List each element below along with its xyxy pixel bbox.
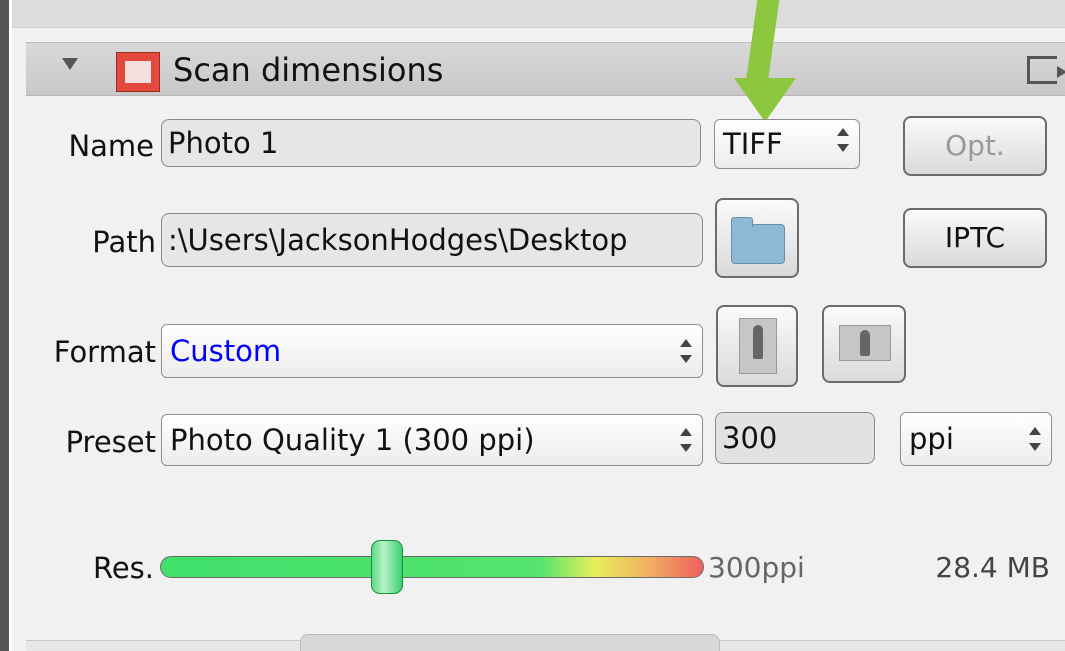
select-spinner-icon: [680, 339, 692, 363]
name-label: Name: [68, 129, 154, 163]
triangle-down-icon[interactable]: [62, 58, 78, 70]
panel-collapse-icon[interactable]: [1027, 56, 1065, 84]
browse-folder-button[interactable]: [715, 198, 799, 278]
unit-value: ppi: [909, 422, 954, 456]
select-spinner-icon: [837, 128, 849, 152]
select-spinner-icon: [1029, 427, 1041, 451]
resolution-slider-thumb[interactable]: [371, 540, 403, 594]
green-arrow-head: [734, 78, 796, 122]
format-label: Format: [53, 335, 156, 369]
section-title: Scan dimensions: [173, 51, 444, 89]
path-label: Path: [92, 225, 156, 259]
iptc-button[interactable]: IPTC: [903, 208, 1047, 268]
landscape-orientation-button[interactable]: [822, 305, 906, 383]
scan-dimensions-icon: [116, 52, 160, 92]
resolution-readout: 300ppi: [708, 551, 805, 584]
preset-label: Preset: [65, 425, 156, 459]
res-label: Res.: [92, 551, 154, 585]
unit-select[interactable]: ppi: [900, 412, 1052, 466]
select-spinner-icon: [680, 428, 692, 452]
format-value: Custom: [170, 334, 282, 368]
file-type-value: TIFF: [723, 127, 783, 161]
format-select[interactable]: Custom: [161, 324, 703, 378]
resolution-field[interactable]: 300: [715, 412, 875, 464]
folder-icon: [731, 217, 785, 264]
portrait-orientation-icon: [739, 318, 777, 374]
left-border-highlight: [9, 0, 12, 651]
preset-select[interactable]: Photo Quality 1 (300 ppi): [161, 414, 703, 466]
file-type-select[interactable]: TIFF: [714, 119, 860, 169]
preset-value: Photo Quality 1 (300 ppi): [170, 423, 535, 457]
landscape-orientation-icon: [839, 325, 891, 361]
file-size-readout: 28.4 MB: [935, 551, 1050, 584]
resolution-slider[interactable]: [160, 556, 704, 578]
top-panel-edge: [12, 0, 1065, 28]
next-section-tab[interactable]: [300, 634, 720, 651]
path-field[interactable]: :\Users\JacksonHodges\Desktop: [161, 213, 703, 267]
portrait-orientation-button[interactable]: [716, 305, 798, 387]
options-button[interactable]: Opt.: [903, 116, 1047, 176]
name-field[interactable]: Photo 1: [161, 119, 701, 167]
left-border: [0, 0, 9, 651]
